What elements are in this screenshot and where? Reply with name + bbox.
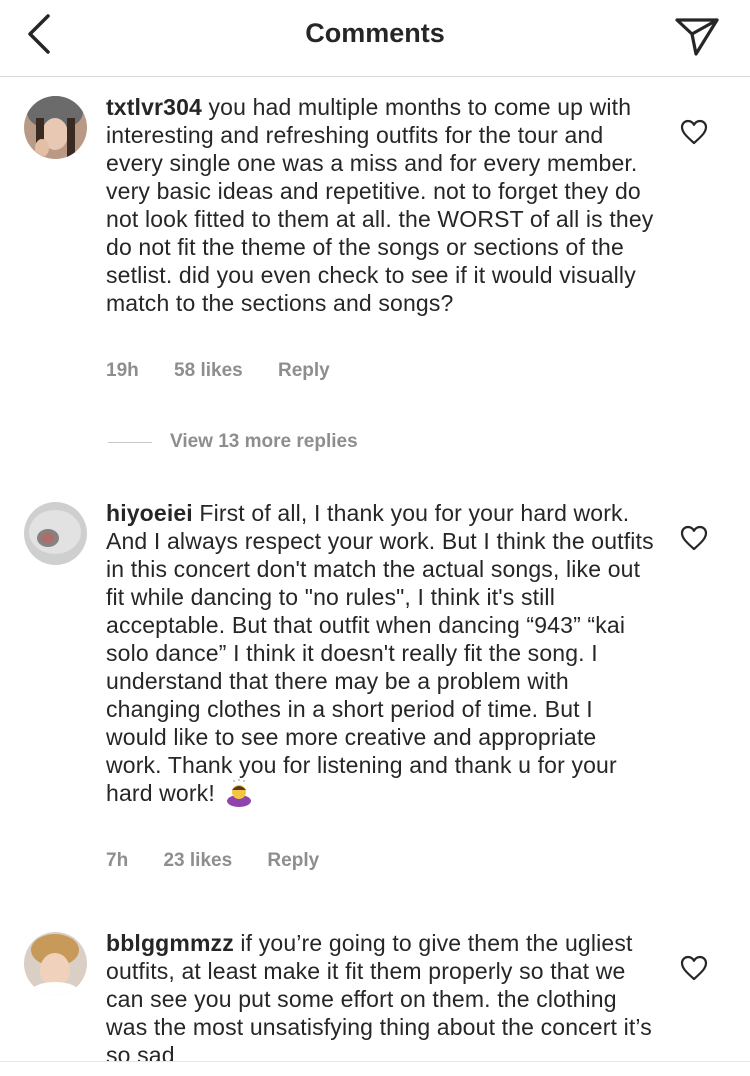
comment-text: you had multiple months to come up with …	[106, 94, 654, 316]
comment-time: 7h	[106, 850, 129, 871]
comment-meta: 7h 23 likes Reply	[106, 850, 349, 872]
share-button[interactable]	[674, 12, 720, 58]
comment-text: First of all, I thank you for your hard …	[106, 500, 654, 806]
comment-body: hiyoeiei First of all, I thank you for y…	[106, 499, 656, 807]
comment-username[interactable]: hiyoeiei	[106, 500, 193, 526]
heart-icon	[680, 955, 708, 981]
reply-button[interactable]: Reply	[278, 360, 330, 381]
comment-username[interactable]: txtlvr304	[106, 94, 202, 120]
comment-likes[interactable]: 58 likes	[174, 360, 243, 381]
avatar[interactable]	[24, 502, 87, 565]
send-icon	[675, 18, 719, 56]
user-avatar-photo	[24, 96, 87, 159]
comment-username[interactable]: bblggmmzz	[106, 930, 234, 956]
bowing-person-emoji	[225, 779, 253, 807]
comment-likes[interactable]: 23 likes	[163, 850, 232, 871]
page-title: Comments	[305, 18, 445, 48]
comment-body: bblggmmzz if you’re going to give them t…	[106, 929, 656, 1069]
user-avatar-photo	[24, 502, 87, 565]
comment-time: 19h	[106, 360, 139, 381]
comment-meta: 19h 58 likes Reply	[106, 360, 360, 382]
bottom-edge	[0, 1061, 750, 1076]
reply-button[interactable]: Reply	[267, 850, 319, 871]
view-replies-button[interactable]: View 13 more replies	[108, 428, 358, 456]
view-replies-label: View 13 more replies	[170, 431, 358, 452]
user-avatar-photo	[24, 932, 87, 995]
like-button[interactable]	[680, 525, 708, 551]
replies-divider	[108, 441, 152, 443]
top-bar: Comments	[0, 0, 750, 77]
heart-icon	[680, 525, 708, 551]
avatar[interactable]	[24, 932, 87, 995]
like-button[interactable]	[680, 119, 708, 145]
like-button[interactable]	[680, 955, 708, 981]
comment-body: txtlvr304 you had multiple months to com…	[106, 93, 656, 317]
avatar[interactable]	[24, 96, 87, 159]
heart-icon	[680, 119, 708, 145]
